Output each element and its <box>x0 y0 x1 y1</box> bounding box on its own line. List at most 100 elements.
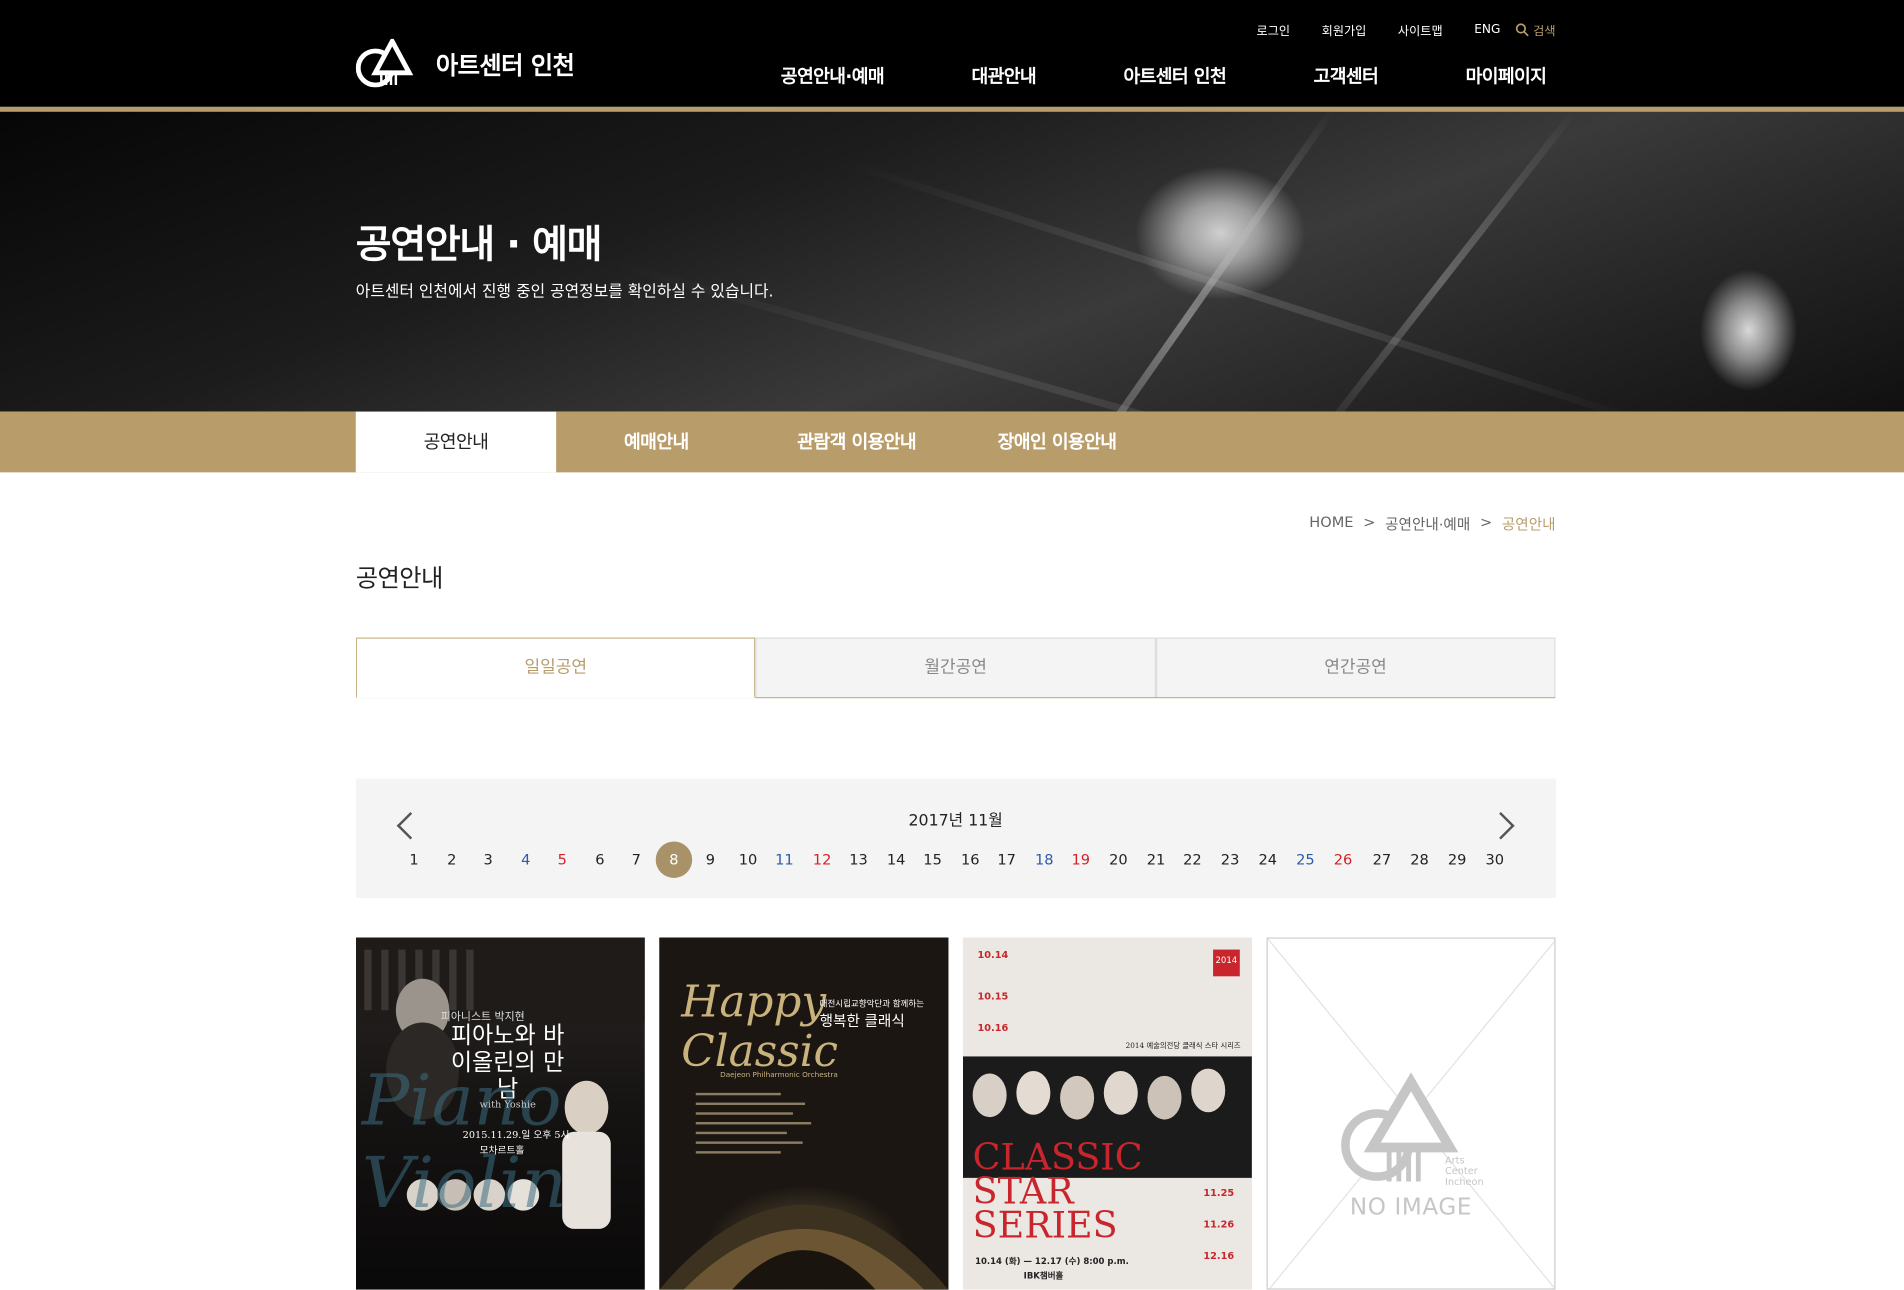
poster3-date-6: 12.16 <box>1203 1250 1235 1262</box>
calendar-day[interactable]: 1 <box>396 842 432 878</box>
calendar-day[interactable]: 6 <box>582 842 618 878</box>
poster-no-image[interactable]: Arts Center Incheon NO IMAGE <box>1266 937 1556 1290</box>
calendar-day[interactable]: 30 <box>1477 842 1513 878</box>
search-button[interactable]: 검색 <box>1515 21 1556 39</box>
sitemap-link[interactable]: 사이트맵 <box>1398 21 1443 39</box>
calendar-day[interactable]: 18 <box>1026 842 1062 878</box>
login-link[interactable]: 로그인 <box>1257 21 1291 39</box>
next-month-button[interactable] <box>1496 810 1515 842</box>
poster3-series: 2014 예술의전당 클래식 스타 시리즈 <box>1125 1041 1241 1051</box>
poster1-with: with Yoshie <box>479 1098 536 1110</box>
arts-center-logo-icon <box>1341 1072 1459 1182</box>
logo-text: 아트센터 인천 <box>435 50 575 80</box>
breadcrumb: HOME > 공연안내·예매 > 공연안내 <box>1309 514 1555 535</box>
poster-piano-violin[interactable]: 피아니스트 박지현 피아노와 바이올린의 만남 Piano Violin wit… <box>355 937 645 1290</box>
calendar-day[interactable]: 20 <box>1100 842 1136 878</box>
calendar-day[interactable]: 16 <box>952 842 988 878</box>
tab-monthly[interactable]: 월간공연 <box>755 637 1156 698</box>
chevron-right-icon: > <box>1479 513 1493 531</box>
search-icon <box>1515 23 1529 37</box>
main-nav: 공연안내·예매 대관안내 아트센터 인천 고객센터 마이페이지 <box>781 63 1547 89</box>
poster3-sponsor: IBK챔버홀 <box>1023 1271 1064 1282</box>
poster3-date-2: 10.15 <box>977 990 1009 1002</box>
calendar-day[interactable]: 14 <box>878 842 914 878</box>
calendar-day[interactable]: 29 <box>1439 842 1475 878</box>
calendar-day[interactable]: 12 <box>804 842 840 878</box>
calendar-day[interactable]: 19 <box>1063 842 1099 878</box>
poster2-title-ko: 행복한 클래식 <box>819 1012 905 1030</box>
poster3-title: CLASSIC STAR SERIES <box>972 1136 1143 1248</box>
calendar-day[interactable]: 2 <box>434 842 470 878</box>
nav-rental[interactable]: 대관안내 <box>971 63 1036 89</box>
logo[interactable]: 아트센터 인천 <box>355 36 575 88</box>
calendar-day[interactable]: 9 <box>692 842 728 878</box>
header: 아트센터 인천 로그인 회원가입 사이트맵 ENG 검색 공연안내·예매 대관안… <box>0 0 1904 107</box>
hero-title: 공연안내 · 예매 <box>355 221 603 268</box>
hero-string <box>1303 111 1579 412</box>
calendar-day[interactable]: 23 <box>1212 842 1248 878</box>
day-list: 1 2 3 4 5 6 7 8 9 10 11 12 13 14 15 16 17 18 19 20 21 22 23 24 2… <box>396 841 1519 878</box>
hero-banner: 공연안내 · 예매 아트센터 인천에서 진행 중인 공연정보를 확인하실 수 있… <box>0 111 1904 412</box>
calendar-day[interactable]: 22 <box>1174 842 1210 878</box>
poster1-date: 2015.11.29.일 오후 5시 <box>462 1129 570 1141</box>
subnav-reservation-info[interactable]: 예매안내 <box>556 412 756 473</box>
breadcrumb-level1[interactable]: 공연안내·예매 <box>1385 514 1470 535</box>
sub-nav: 공연안내 예매안내 관람객 이용안내 장애인 이용안내 <box>0 411 1904 473</box>
calendar-day[interactable]: 3 <box>470 842 506 878</box>
calendar-day[interactable]: 24 <box>1250 842 1286 878</box>
calendar-day[interactable]: 8 <box>655 841 693 878</box>
poster-happy-classic[interactable]: Happy Classic 대전시립교향악단과 함께하는 행복한 클래식 Dae… <box>659 937 949 1290</box>
calendar-day[interactable]: 27 <box>1364 842 1400 878</box>
no-image-placeholder <box>1267 938 1555 1289</box>
logo-icon <box>355 36 426 88</box>
tab-yearly[interactable]: 연간공연 <box>1155 637 1556 698</box>
nav-customer[interactable]: 고객센터 <box>1314 63 1379 89</box>
poster3-date-4: 11.25 <box>1203 1187 1235 1199</box>
calendar-month: 2017년 11월 <box>908 812 1003 831</box>
nav-about[interactable]: 아트센터 인천 <box>1123 63 1226 89</box>
calendar-day[interactable]: 15 <box>914 842 950 878</box>
eng-link[interactable]: ENG <box>1474 23 1500 36</box>
calendar-day[interactable]: 5 <box>544 842 580 878</box>
poster2-title-en: Happy Classic <box>681 977 839 1078</box>
calendar-day[interactable]: 11 <box>766 842 802 878</box>
calendar-day[interactable]: 4 <box>508 842 544 878</box>
nav-mypage[interactable]: 마이페이지 <box>1466 63 1547 89</box>
day-calendar: 2017년 11월 1 2 3 4 5 6 7 8 9 10 11 12 13 14 15 16 17 18 19 2… <box>355 778 1556 898</box>
calendar-day[interactable]: 28 <box>1401 842 1437 878</box>
search-label: 검색 <box>1533 25 1556 39</box>
hero-string <box>1037 111 1336 412</box>
subnav-performance-info[interactable]: 공연안내 <box>355 411 557 473</box>
poster3-date-3: 10.16 <box>977 1022 1009 1034</box>
poster3-date-5: 11.26 <box>1203 1219 1235 1231</box>
calendar-day[interactable]: 26 <box>1325 842 1361 878</box>
calendar-day[interactable]: 21 <box>1138 842 1174 878</box>
poster3-badge: 2014 <box>1215 955 1238 966</box>
calendar-day[interactable]: 10 <box>730 842 766 878</box>
nav-performance[interactable]: 공연안내·예매 <box>781 63 885 89</box>
hero-string <box>847 160 1659 412</box>
poster2-orchestra: Daejeon Philharmonic Orchestra <box>720 1071 838 1080</box>
calendar-day[interactable]: 25 <box>1287 842 1323 878</box>
poster2-kicker: 대전시립교향악단과 함께하는 <box>819 999 925 1010</box>
tab-daily[interactable]: 일일공연 <box>355 637 756 699</box>
poster1-venue: 모차르트홀 <box>479 1145 525 1157</box>
subnav-accessibility-guide[interactable]: 장애인 이용안내 <box>957 412 1157 473</box>
calendar-day[interactable]: 17 <box>988 842 1024 878</box>
no-image-logo-text: Arts Center Incheon <box>1445 1154 1484 1188</box>
utility-menu: 로그인 회원가입 사이트맵 ENG 검색 <box>1257 21 1556 39</box>
calendar-day[interactable]: 13 <box>840 842 876 878</box>
signup-link[interactable]: 회원가입 <box>1322 21 1367 39</box>
subnav-audience-guide[interactable]: 관람객 이용안내 <box>757 412 957 473</box>
breadcrumb-current: 공연안내 <box>1501 516 1556 534</box>
poster3-period: 10.14 (화) — 12.17 (수) 8:00 p.m. <box>975 1256 1129 1267</box>
poster-classic-star-series[interactable]: 2014 10.14 10.15 10.16 2014 예술의전당 클래식 스타… <box>962 937 1252 1290</box>
chevron-right-icon: > <box>1363 513 1376 531</box>
breadcrumb-home[interactable]: HOME <box>1309 514 1353 535</box>
no-image-text: NO IMAGE <box>1349 1193 1473 1221</box>
hero-subtitle: 아트센터 인천에서 진행 중인 공연정보를 확인하실 수 있습니다. <box>355 282 774 302</box>
calendar-day[interactable]: 7 <box>618 842 654 878</box>
page-title: 공연안내 <box>355 563 444 593</box>
poster3-date-1: 10.14 <box>977 949 1009 961</box>
poster1-kicker: 피아니스트 박지현 <box>440 1011 525 1024</box>
